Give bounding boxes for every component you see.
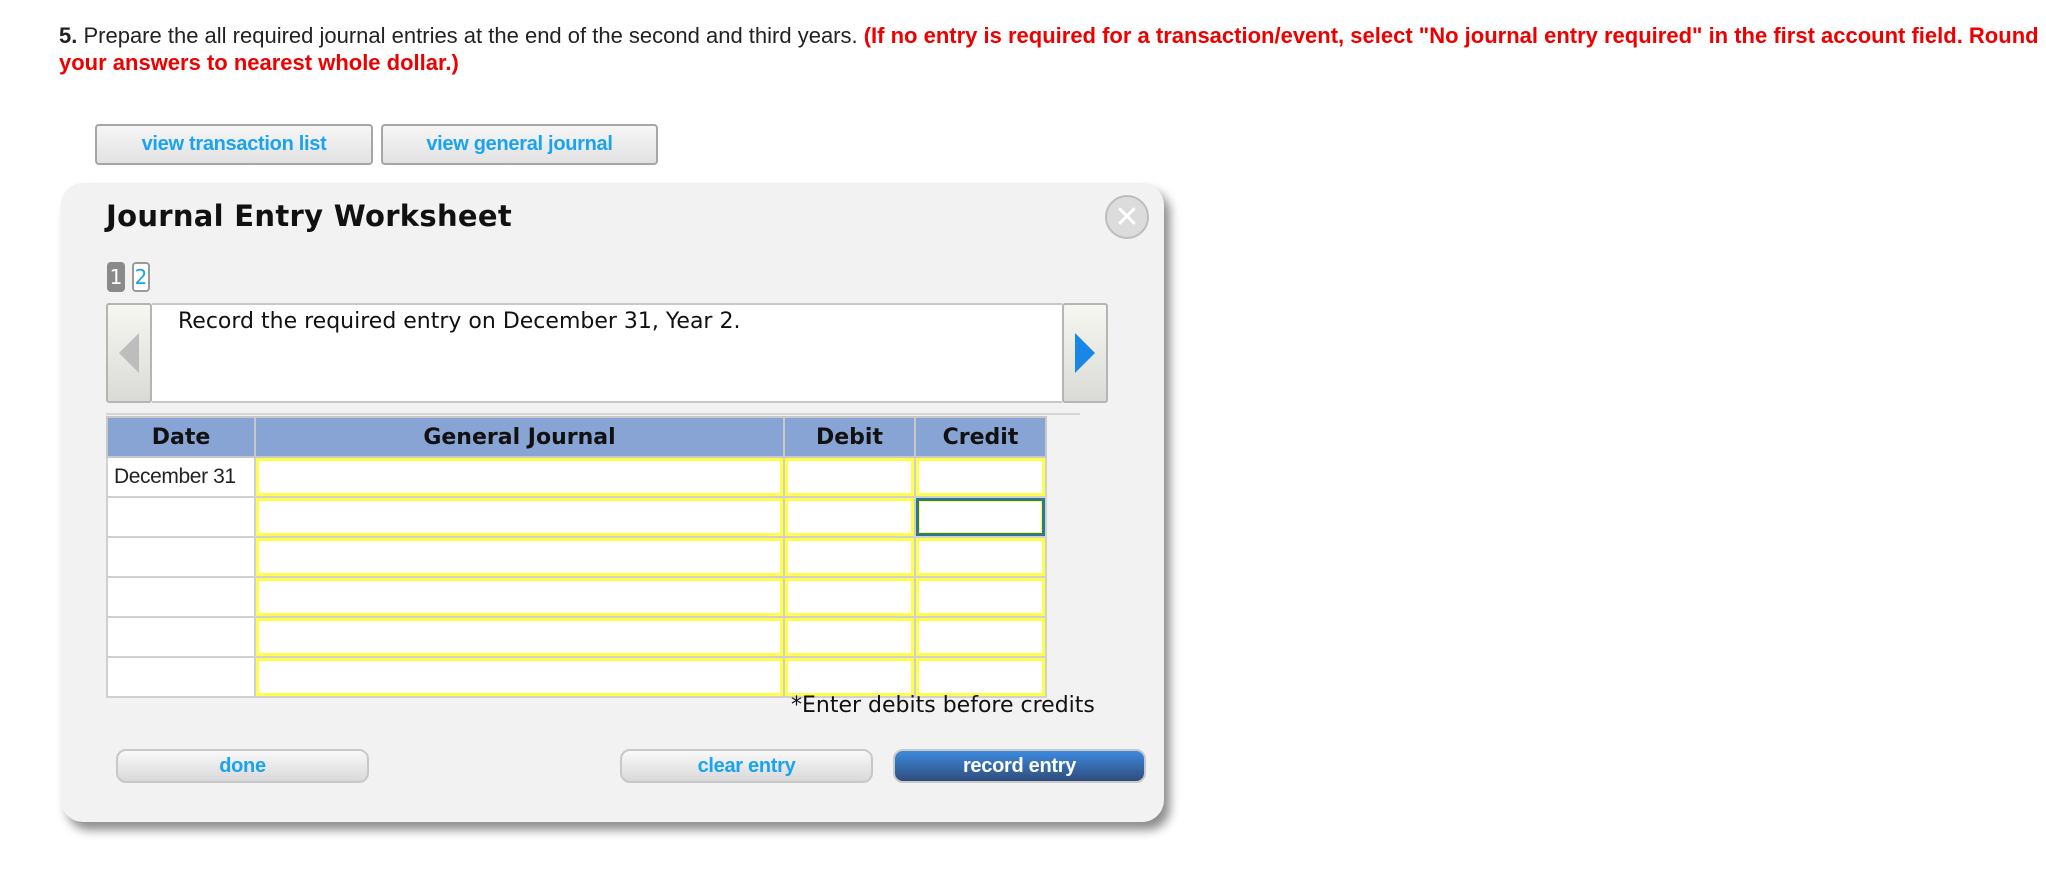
- table-row: [106, 616, 1047, 658]
- question-number: 5.: [59, 23, 78, 48]
- date-cell: December 31: [106, 456, 256, 498]
- table-row: [106, 536, 1047, 578]
- table-row: [106, 576, 1047, 618]
- journal-entry-worksheet: Journal Entry Worksheet ✕ 1 2 Record the…: [61, 183, 1164, 822]
- header-date: Date: [106, 416, 256, 458]
- account-field[interactable]: [256, 458, 783, 496]
- previous-entry-button[interactable]: [106, 303, 152, 403]
- page-tab-2[interactable]: 2: [132, 262, 150, 292]
- header-general-journal: General Journal: [254, 416, 785, 458]
- date-cell: [106, 616, 256, 658]
- divider: [106, 413, 1080, 415]
- close-icon[interactable]: ✕: [1105, 195, 1149, 239]
- question-text: Prepare the all required journal entries…: [77, 23, 864, 48]
- account-field[interactable]: [256, 618, 783, 656]
- page-tabs: 1 2: [107, 262, 150, 292]
- account-field[interactable]: [256, 578, 783, 616]
- debit-field[interactable]: [785, 458, 914, 496]
- account-field[interactable]: [256, 658, 783, 696]
- date-cell: [106, 536, 256, 578]
- entry-instruction: Record the required entry on December 31…: [178, 309, 741, 334]
- journal-table: Date General Journal Debit Credit Decemb…: [106, 416, 1047, 698]
- entry-navigator: Record the required entry on December 31…: [106, 303, 1108, 403]
- credit-field[interactable]: [916, 618, 1045, 656]
- chevron-right-icon: [1075, 333, 1095, 373]
- account-field[interactable]: [256, 538, 783, 576]
- table-row: [106, 656, 1047, 698]
- header-debit: Debit: [783, 416, 916, 458]
- credit-field[interactable]: [916, 498, 1045, 536]
- clear-entry-button[interactable]: clear entry: [620, 749, 873, 783]
- done-button[interactable]: done: [116, 749, 369, 783]
- credit-field[interactable]: [916, 458, 1045, 496]
- date-cell: [106, 656, 256, 698]
- page-tab-1[interactable]: 1: [107, 262, 125, 292]
- header-credit: Credit: [914, 416, 1047, 458]
- debit-field[interactable]: [785, 578, 914, 616]
- debit-field[interactable]: [785, 498, 914, 536]
- next-entry-button[interactable]: [1062, 303, 1108, 403]
- debit-field[interactable]: [785, 618, 914, 656]
- table-header-row: Date General Journal Debit Credit: [106, 416, 1047, 458]
- credit-field[interactable]: [916, 658, 1045, 696]
- account-field[interactable]: [256, 498, 783, 536]
- debit-field[interactable]: [785, 538, 914, 576]
- chevron-left-icon: [119, 333, 139, 373]
- record-entry-button[interactable]: record entry: [893, 749, 1146, 783]
- worksheet-title: Journal Entry Worksheet: [106, 199, 513, 233]
- table-row: December 31: [106, 456, 1047, 498]
- view-transaction-list-button[interactable]: view transaction list: [95, 124, 373, 165]
- debit-field[interactable]: [785, 658, 914, 696]
- entry-instruction-box: Record the required entry on December 31…: [152, 303, 1062, 403]
- credit-field[interactable]: [916, 538, 1045, 576]
- date-cell: [106, 576, 256, 618]
- debits-before-credits-hint: *Enter debits before credits: [791, 693, 1095, 718]
- question-prompt: 5. Prepare the all required journal entr…: [59, 22, 2039, 76]
- table-row: [106, 496, 1047, 538]
- credit-field[interactable]: [916, 578, 1045, 616]
- view-general-journal-button[interactable]: view general journal: [381, 124, 658, 165]
- date-cell: [106, 496, 256, 538]
